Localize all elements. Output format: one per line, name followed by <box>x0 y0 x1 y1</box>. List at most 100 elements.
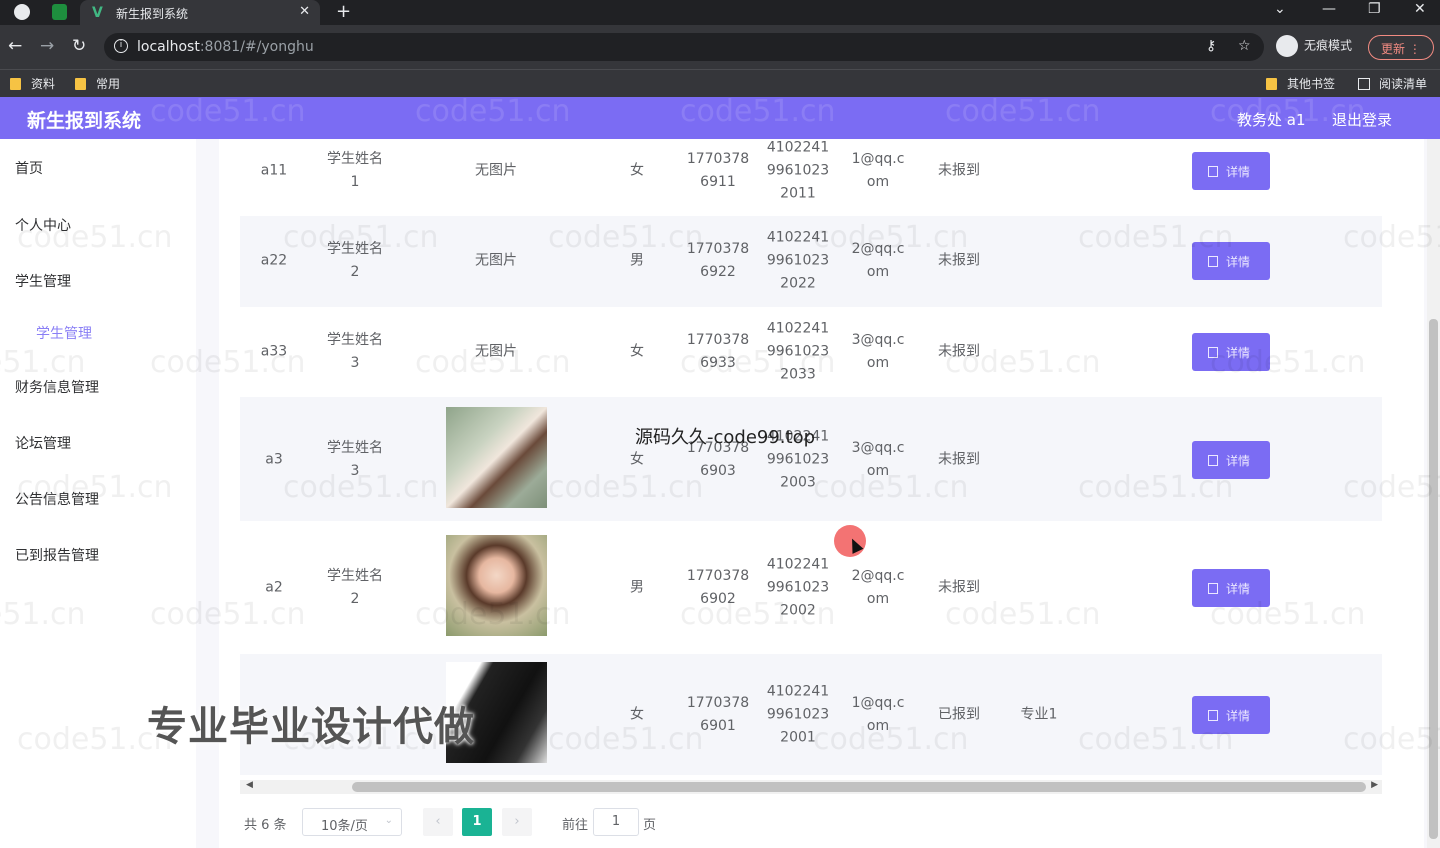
cell-gender-line: 男 <box>630 579 644 596</box>
cell-id-number: 4102241 9961023 2022 <box>767 227 829 296</box>
detail-button[interactable]: 详情 <box>1192 696 1270 734</box>
cell-id-number-line: 2003 <box>780 474 816 491</box>
sidebar-item-notices[interactable]: 公告信息管理 <box>15 489 99 509</box>
detail-button-label: 详情 <box>1226 255 1251 269</box>
cell-gender-line: 女 <box>630 451 644 468</box>
browser-menu-icon[interactable] <box>14 4 30 20</box>
reading-list[interactable]: 阅读清单 <box>1358 75 1427 92</box>
document-icon <box>1208 710 1218 721</box>
scrollbar-thumb[interactable] <box>1429 319 1438 839</box>
logout-link[interactable]: 退出登录 <box>1332 109 1392 130</box>
cell-id-number: 4102241 9961023 2033 <box>767 318 829 387</box>
cell-account-line: a3 <box>265 451 283 468</box>
cell-phone-line: 1770378 <box>686 332 750 348</box>
sidebar-item-reported[interactable]: 已到报告管理 <box>15 545 99 565</box>
cell-email-line: om <box>866 174 890 190</box>
cell-status-line: 未报到 <box>938 579 980 596</box>
watermark: code51.cn <box>415 94 571 129</box>
cell-gender: 男 <box>630 250 644 273</box>
cell-gender-line: 男 <box>630 252 644 269</box>
cell-email: 1@qq.c om <box>852 148 905 194</box>
goto-page-input[interactable]: 1 <box>593 808 639 836</box>
next-page-button[interactable]: › <box>502 808 532 836</box>
incognito-indicator[interactable]: 无痕模式 <box>1276 35 1352 57</box>
cell-email-line: om <box>866 355 890 371</box>
update-button[interactable]: 更新 ⋮ <box>1368 35 1434 60</box>
cell-major: 专业1 <box>1021 704 1058 727</box>
close-window-icon[interactable]: ✕ <box>1414 1 1426 17</box>
sheets-tab-icon[interactable] <box>52 4 67 20</box>
cell-account-line: a2 <box>265 579 283 596</box>
app-title: 新生报到系统 <box>27 110 142 132</box>
cell-account-line: a11 <box>260 162 288 179</box>
cell-name-line: 学生姓名 <box>327 151 383 167</box>
minimize-icon[interactable]: — <box>1322 1 1336 17</box>
watermark: code51.cn <box>945 94 1101 129</box>
horizontal-scrollbar[interactable]: ◀ ▶ <box>240 780 1382 794</box>
goto-suffix: 页 <box>643 818 657 833</box>
cell-gender: 男 <box>630 577 644 600</box>
sidebar-item-students[interactable]: 学生管理 <box>15 271 71 291</box>
detail-button[interactable]: 详情 <box>1192 441 1270 479</box>
sidebar-subitem-students[interactable]: 学生管理 <box>36 323 92 343</box>
cell-photo-placeholder: 无图片 <box>475 341 517 364</box>
current-user: 教务处 a1 <box>1237 111 1306 129</box>
vertical-scrollbar[interactable] <box>1427 139 1440 848</box>
cell-phone-line: 1770378 <box>686 151 750 167</box>
cell-status-line: 未报到 <box>938 162 980 179</box>
reload-icon[interactable]: ↻ <box>72 36 86 56</box>
cell-photo-placeholder-line: 无图片 <box>475 252 517 269</box>
detail-button[interactable]: 详情 <box>1192 152 1270 190</box>
url-field[interactable]: i localhost:8081/#/yonghu ⚷ ☆ <box>104 33 1264 61</box>
cell-id-number-line: 4102241 <box>766 320 830 337</box>
cell-account: a11 <box>261 160 287 183</box>
sidebar-item-home[interactable]: 首页 <box>15 158 43 178</box>
cell-email: 3@qq.c om <box>852 437 905 483</box>
cell-account: a2 <box>265 577 283 600</box>
document-icon <box>1208 455 1218 466</box>
scroll-right-icon[interactable]: ▶ <box>1371 780 1378 790</box>
detail-button[interactable]: 详情 <box>1192 242 1270 280</box>
folder-icon <box>75 78 86 90</box>
cell-account: a22 <box>261 250 287 273</box>
tab-close-icon[interactable]: ✕ <box>299 4 310 19</box>
sidebar-item-profile[interactable]: 个人中心 <box>15 215 71 235</box>
folder-icon <box>1266 78 1277 90</box>
detail-button[interactable]: 详情 <box>1192 333 1270 371</box>
cell-status-line: 已报到 <box>938 706 980 723</box>
cell-photo-placeholder: 无图片 <box>475 250 517 273</box>
tab-search-icon[interactable]: ⌄ <box>1274 1 1286 17</box>
sidebar-item-forum[interactable]: 论坛管理 <box>15 433 71 453</box>
scroll-left-icon[interactable]: ◀ <box>246 780 253 790</box>
bookmark-folder-other[interactable]: 其他书签 <box>1266 75 1335 92</box>
cell-id-number: 4102241 9961023 2011 <box>767 137 829 206</box>
cell-phone-line: 6901 <box>700 718 736 734</box>
sidebar-item-finance[interactable]: 财务信息管理 <box>15 377 99 397</box>
cell-account: a33 <box>261 341 287 364</box>
detail-button[interactable]: 详情 <box>1192 569 1270 607</box>
scrollbar-thumb[interactable] <box>352 782 1366 792</box>
address-bar: ← → ↻ i localhost:8081/#/yonghu ⚷ ☆ 无痕模式… <box>0 25 1440 69</box>
page-number-current[interactable]: 1 <box>462 808 492 836</box>
active-tab[interactable]: V 新生报到系统 ✕ <box>80 0 320 25</box>
promo-watermark: 专业毕业设计代做 <box>147 704 475 750</box>
cell-account: a3 <box>265 449 283 472</box>
bookmark-folder-ziliao[interactable]: 资料 <box>10 75 55 92</box>
document-icon <box>1208 583 1218 594</box>
forward-icon[interactable]: → <box>40 36 54 56</box>
bookmark-folder-changyong[interactable]: 常用 <box>75 75 120 92</box>
key-icon[interactable]: ⚷ <box>1206 38 1216 54</box>
cell-gender-line: 女 <box>630 343 644 360</box>
back-icon[interactable]: ← <box>8 36 22 56</box>
document-icon <box>1208 256 1218 267</box>
cell-email-line: 2@qq.c <box>851 241 905 257</box>
site-info-icon[interactable]: i <box>114 39 128 53</box>
new-tab-icon[interactable]: + <box>336 1 351 22</box>
bookmark-star-icon[interactable]: ☆ <box>1238 38 1251 54</box>
maximize-icon[interactable]: ❐ <box>1368 1 1381 17</box>
cell-phone-line: 6902 <box>700 591 736 607</box>
cell-photo-placeholder-line: 无图片 <box>475 162 517 179</box>
page-size-select[interactable]: 10条/页 ⌄ <box>302 808 402 836</box>
pagination-total: 共 6 条 <box>244 818 287 833</box>
prev-page-button[interactable]: ‹ <box>423 808 453 836</box>
